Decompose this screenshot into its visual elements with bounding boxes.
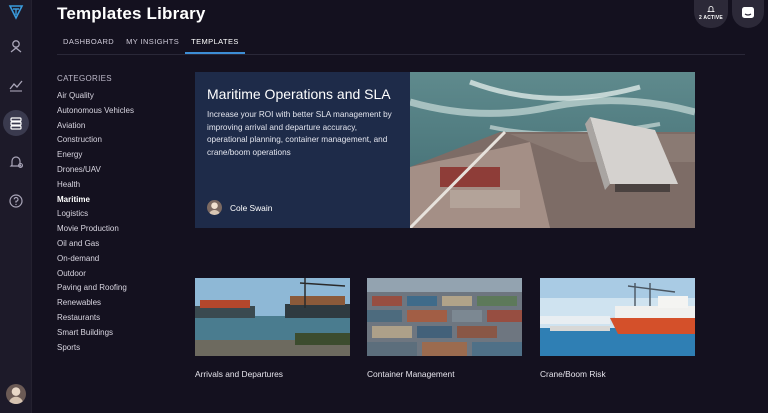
category-item[interactable]: Construction xyxy=(57,134,134,149)
category-item[interactable]: Energy xyxy=(57,149,134,164)
left-rail xyxy=(0,0,32,413)
category-item[interactable]: Air Quality xyxy=(57,90,134,105)
category-item[interactable]: Aviation xyxy=(57,120,134,135)
featured-title: Maritime Operations and SLA xyxy=(207,86,391,102)
author-name: Cole Swain xyxy=(230,202,273,213)
category-item[interactable]: Paving and Roofing xyxy=(57,282,134,297)
category-list: Air Quality Autonomous Vehicles Aviation… xyxy=(57,90,134,356)
featured-description: Increase your ROI with better SLA manage… xyxy=(207,110,392,157)
chat-icon xyxy=(742,7,754,18)
category-item[interactable]: Oil and Gas xyxy=(57,238,134,253)
container-yard-image xyxy=(367,278,522,356)
tab-dashboard[interactable]: DASHBOARD xyxy=(57,37,120,54)
category-item[interactable]: Restaurants xyxy=(57,312,134,327)
category-item[interactable]: Smart Buildings xyxy=(57,327,134,342)
port-ships-image xyxy=(195,278,350,356)
category-item-selected[interactable]: Maritime xyxy=(57,194,134,209)
page-title: Templates Library xyxy=(57,4,206,23)
nav-tabs: DASHBOARD MY INSIGHTS TEMPLATES xyxy=(57,37,245,54)
tab-templates[interactable]: TEMPLATES xyxy=(185,37,245,54)
templates-stack-icon[interactable] xyxy=(3,110,29,136)
messages-button[interactable] xyxy=(732,0,764,28)
map-pin-icon[interactable] xyxy=(4,34,28,58)
category-item[interactable]: Renewables xyxy=(57,297,134,312)
category-item[interactable]: Logistics xyxy=(57,208,134,223)
category-item[interactable]: Health xyxy=(57,179,134,194)
active-alerts-button[interactable]: 2 ACTIVE xyxy=(694,0,728,28)
trend-chart-icon[interactable] xyxy=(4,73,28,97)
help-icon[interactable] xyxy=(4,189,28,213)
category-item[interactable]: Movie Production xyxy=(57,223,134,238)
template-card-crane-boom-risk[interactable]: Crane/Boom Risk xyxy=(540,278,695,379)
featured-ship-deck-image xyxy=(410,72,695,228)
featured-author: Cole Swain xyxy=(207,200,272,215)
template-card-arrivals[interactable]: Arrivals and Departures xyxy=(195,278,350,379)
author-avatar xyxy=(207,200,222,215)
category-item[interactable]: Sports xyxy=(57,342,134,357)
template-card-container-management[interactable]: Container Management xyxy=(367,278,522,379)
category-item[interactable]: Drones/UAV xyxy=(57,164,134,179)
nav-divider xyxy=(57,54,745,55)
logo-icon[interactable] xyxy=(4,0,28,24)
category-item[interactable]: On-demand xyxy=(57,253,134,268)
tab-my-insights[interactable]: MY INSIGHTS xyxy=(120,37,185,54)
active-alerts-label: 2 ACTIVE xyxy=(699,15,723,21)
category-item[interactable]: Autonomous Vehicles xyxy=(57,105,134,120)
card-label: Arrivals and Departures xyxy=(195,369,283,379)
crane-ship-image xyxy=(540,278,695,356)
categories-header: CATEGORIES xyxy=(57,74,112,83)
bell-icon xyxy=(707,6,715,12)
bell-alert-icon[interactable] xyxy=(4,150,28,174)
user-avatar[interactable] xyxy=(6,384,26,404)
featured-template-card[interactable]: Maritime Operations and SLA Increase you… xyxy=(195,72,695,228)
category-item[interactable]: Outdoor xyxy=(57,268,134,283)
card-label: Crane/Boom Risk xyxy=(540,369,606,379)
card-label: Container Management xyxy=(367,369,455,379)
